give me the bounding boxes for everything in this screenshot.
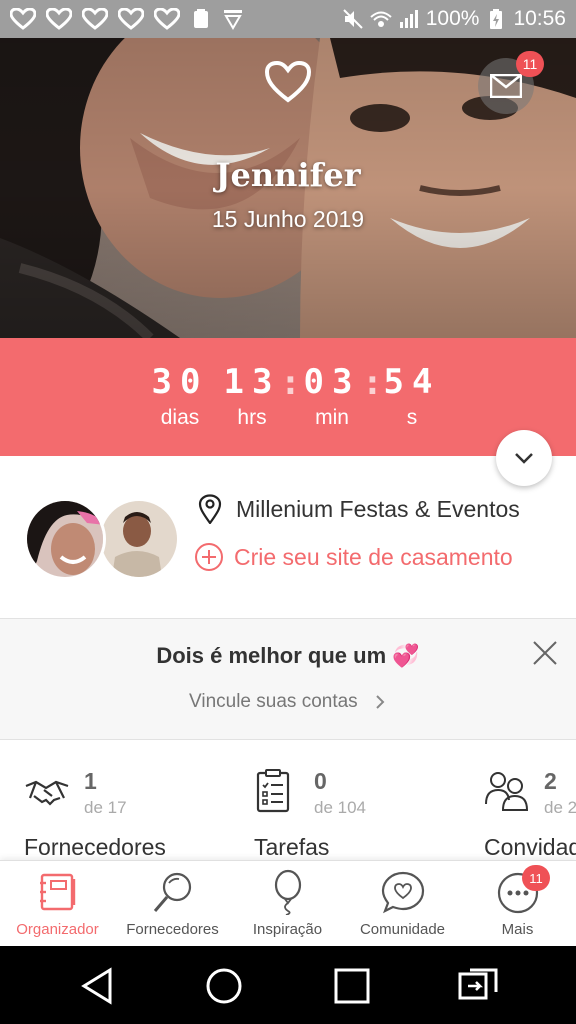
stat-label: Fornecedores [24, 834, 166, 860]
bottom-navigation: Organizador Fornecedores Inspiração Comu… [0, 860, 576, 946]
nav-label: Fornecedores [126, 921, 219, 938]
hours-value: 13 [223, 362, 281, 402]
time-separator: : [366, 364, 379, 402]
link-accounts-label: Vincule suas contas [189, 691, 358, 712]
status-bar: 100% 10:56 [0, 0, 576, 38]
magnifier-icon [153, 872, 192, 912]
heart-notification-icon [118, 8, 144, 30]
envelope-icon [490, 74, 522, 98]
checklist-icon [256, 769, 290, 813]
home-icon[interactable] [202, 964, 246, 1008]
bride-photo [27, 501, 103, 577]
stat-total: de 2 [544, 798, 576, 817]
wedding-countdown: 30 dias 13 hrs : 03 min : 54 s [0, 338, 576, 456]
heart-logo-icon [264, 60, 312, 103]
nav-community[interactable]: Comunidade [345, 861, 460, 947]
seconds-value: 54 [383, 362, 441, 402]
link-accounts-banner: Dois é melhor que um 💞 Vincule suas cont… [0, 618, 576, 740]
days-label: dias [160, 406, 200, 429]
wedding-date: 15 Junho 2019 [211, 206, 365, 232]
handshake-icon [25, 780, 69, 806]
heart-notification-icon [10, 8, 36, 30]
nav-more[interactable]: 11 Mais [460, 861, 575, 947]
download-notification-icon [224, 10, 242, 30]
venue-name: Millenium Festas & Eventos [236, 495, 520, 522]
guests-icon [485, 772, 529, 811]
app-notification-icon [194, 9, 208, 28]
heart-notification-icon [154, 8, 180, 30]
stat-total: de 17 [84, 798, 127, 817]
avatar-groom[interactable] [98, 498, 180, 580]
nav-organizer[interactable]: Organizador [0, 861, 115, 947]
venue-row[interactable]: Millenium Festas & Eventos [198, 494, 520, 524]
mute-icon [343, 9, 363, 29]
messages-badge: 11 [516, 51, 544, 77]
chevron-right-icon [376, 695, 385, 709]
avatar-bride[interactable] [24, 498, 106, 580]
nav-label: Comunidade [359, 921, 446, 938]
groom-photo [101, 501, 177, 577]
nav-label: Mais [501, 921, 534, 938]
stat-value: 2 [544, 768, 557, 794]
location-pin-icon [198, 494, 222, 524]
couple-info: Millenium Festas & Eventos Crie seu site… [0, 456, 576, 618]
back-icon[interactable] [76, 964, 120, 1008]
system-navigation-bar [0, 946, 576, 1024]
plus-circle-icon [195, 543, 223, 571]
minutes-value: 03 [303, 362, 361, 402]
balloon-icon [274, 869, 302, 915]
system-status: 100% 10:56 [342, 7, 566, 31]
promo-title: Dois é melhor que um 💞 [156, 643, 420, 668]
countdown-minutes: 03 min [300, 362, 364, 430]
link-accounts-link[interactable]: Vincule suas contas [0, 691, 576, 713]
switch-window-icon[interactable] [456, 964, 500, 1008]
clock: 10:56 [513, 7, 566, 30]
countdown-days: 30 dias [140, 362, 220, 430]
battery-charging-icon [490, 9, 503, 29]
close-icon[interactable] [530, 638, 560, 668]
create-site-link[interactable]: Crie seu site de casamento [194, 542, 513, 572]
stat-value: 1 [84, 768, 97, 794]
chevron-down-icon [515, 453, 533, 464]
nav-inspiration[interactable]: Inspiração [230, 861, 345, 947]
heart-notification-icon [82, 8, 108, 30]
nav-label: Inspiração [252, 921, 323, 938]
hours-label: hrs [237, 406, 267, 429]
notebook-icon [40, 873, 76, 911]
stats-row: 1 de 17 Fornecedores 0 de 104 Tarefas 2 … [0, 740, 576, 860]
create-site-label: Crie seu site de casamento [234, 543, 513, 570]
wifi-icon [370, 11, 392, 27]
countdown-hours: 13 hrs [220, 362, 284, 430]
cover-photo[interactable]: 11 Jennifer 15 Junho 2019 [0, 38, 576, 338]
nav-label: Organizador [16, 921, 99, 938]
heart-notification-icon [46, 8, 72, 30]
nav-vendors[interactable]: Fornecedores [115, 861, 230, 947]
chat-heart-icon [381, 871, 425, 914]
more-badge: 11 [522, 865, 550, 891]
signal-icon [399, 10, 418, 28]
notification-icons [10, 8, 244, 30]
time-separator: : [284, 364, 297, 402]
minutes-label: min [315, 406, 349, 429]
stat-value: 0 [314, 768, 327, 794]
expand-button[interactable] [496, 430, 552, 486]
stat-label: Convidados [484, 834, 576, 860]
couple-name: Jennifer [215, 156, 361, 194]
days-value: 30 [151, 362, 209, 402]
countdown-seconds: 54 s [382, 362, 442, 430]
stat-total: de 104 [314, 798, 366, 817]
recents-icon[interactable] [330, 964, 374, 1008]
seconds-label: s [406, 406, 418, 429]
battery-percent: 100% [425, 7, 480, 30]
stat-label: Tarefas [254, 834, 330, 860]
